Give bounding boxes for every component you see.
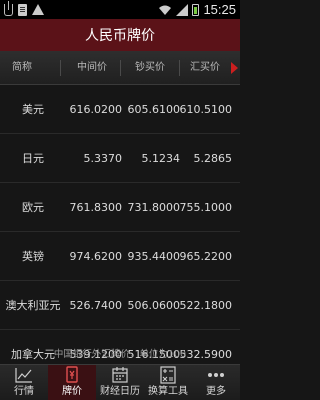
currency-name: 美元 — [22, 103, 44, 116]
cash-buy-price: 605.6100 — [127, 103, 181, 116]
nav-label: 牌价 — [62, 386, 82, 397]
calendar-icon — [112, 367, 128, 383]
nav-item-more[interactable]: 更多 — [192, 365, 240, 400]
warning-icon — [32, 4, 44, 15]
currency-name: 澳大利亚元 — [5, 299, 61, 312]
table-header: 简称 中间价 钞买价 汇买价 — [0, 51, 240, 85]
nav-label: 行情 — [14, 386, 34, 397]
column-divider — [120, 60, 121, 76]
wifi-icon — [159, 5, 172, 15]
cash-buy-price: 935.4400 — [127, 250, 181, 263]
mid-price: 974.6200 — [69, 250, 123, 263]
fx-buy-price: 755.1000 — [179, 201, 233, 214]
table-row[interactable]: 美元 616.0200 605.6100 610.5100 — [0, 85, 240, 134]
calculator-icon — [160, 366, 176, 384]
page-title: 人民币牌价 — [85, 28, 155, 44]
column-header-sell[interactable]: 汇买价 — [181, 51, 229, 85]
fx-buy-price: 522.1800 — [179, 299, 233, 312]
fx-buy-price: 5.2865 — [193, 152, 233, 165]
cash-buy-price: 506.0600 — [127, 299, 181, 312]
mid-price: 761.8300 — [69, 201, 123, 214]
fx-buy-price: 965.2200 — [179, 250, 233, 263]
table-row[interactable]: 澳大利亚元 526.7400 506.0600 522.1800 — [0, 281, 240, 330]
column-header-name[interactable]: 简称 — [12, 51, 52, 85]
mid-price: 616.0200 — [69, 103, 123, 116]
currency-name: 日元 — [22, 152, 44, 165]
nav-label: 更多 — [206, 386, 226, 397]
table-row[interactable]: 日元 5.3370 5.1234 5.2865 — [0, 134, 240, 183]
price-tag-icon — [66, 366, 78, 383]
column-divider — [179, 60, 180, 76]
table-row[interactable]: 欧元 761.8300 731.8000 755.1000 — [0, 183, 240, 232]
column-divider — [60, 60, 61, 76]
status-time: 15:25 — [203, 2, 236, 17]
scroll-right-arrow-icon[interactable] — [231, 62, 238, 74]
fx-buy-price: 610.5100 — [179, 103, 233, 116]
nav-item-converter[interactable]: 换算工具 — [144, 365, 192, 400]
usb-icon — [4, 0, 13, 16]
battery-icon — [192, 3, 200, 16]
cash-buy-price: 5.1234 — [141, 152, 181, 165]
file-icon — [18, 3, 27, 16]
nav-item-price[interactable]: 牌价 — [48, 365, 96, 400]
column-header-buy[interactable]: 钞买价 — [122, 51, 178, 85]
chart-icon — [15, 368, 32, 383]
title-bar: 人民币牌价 — [0, 19, 240, 51]
rate-table: 美元 616.0200 605.6100 610.5100 日元 5.3370 … — [0, 85, 240, 379]
signal-icon — [176, 3, 189, 16]
nav-label: 换算工具 — [148, 386, 188, 397]
mid-price: 5.3370 — [83, 152, 123, 165]
nav-item-calendar[interactable]: 财经日历 — [96, 365, 144, 400]
column-header-mid[interactable]: 中间价 — [64, 51, 120, 85]
currency-name: 英镑 — [22, 250, 44, 263]
unit-note: 中国银行外汇牌价，单位为100 — [53, 349, 187, 360]
status-bar: 15:25 — [0, 0, 240, 19]
nav-label: 财经日历 — [100, 386, 140, 397]
currency-name: 欧元 — [22, 201, 44, 214]
mid-price: 526.7400 — [69, 299, 123, 312]
nav-item-market[interactable]: 行情 — [0, 365, 48, 400]
cash-buy-price: 731.8000 — [127, 201, 181, 214]
bottom-nav: 行情 牌价 财经日历 换算工具 更多 — [0, 364, 240, 400]
more-icon — [208, 373, 224, 377]
table-row[interactable]: 英镑 974.6200 935.4400 965.2200 — [0, 232, 240, 281]
